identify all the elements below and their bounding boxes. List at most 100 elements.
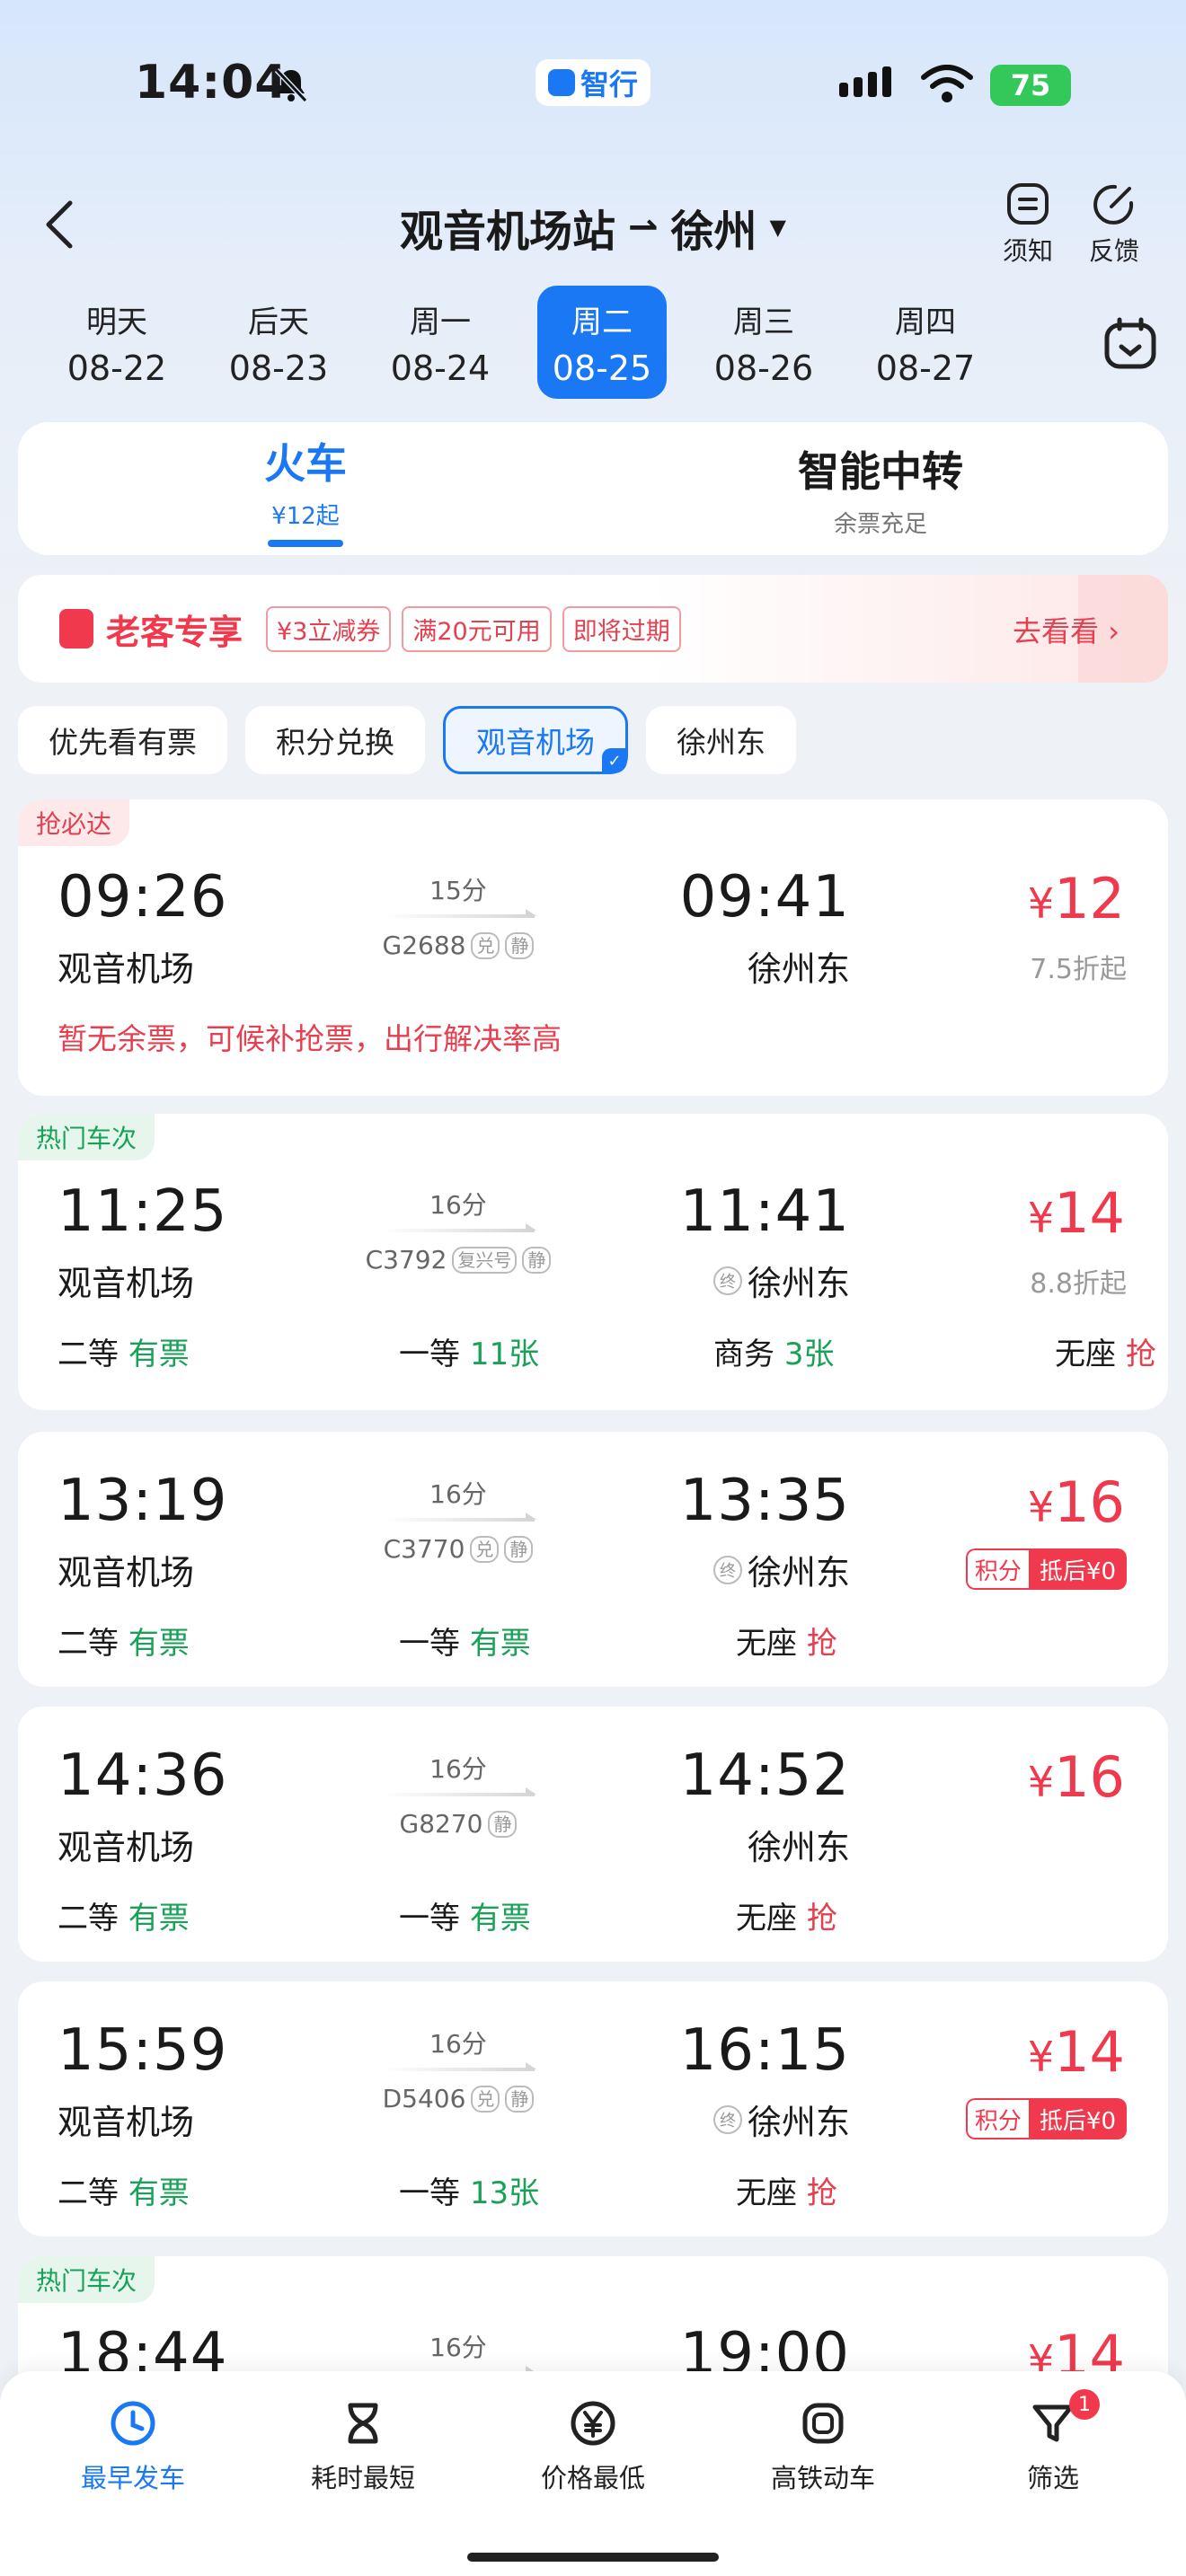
train-number-row: C3770 兑静 — [384, 1534, 534, 1564]
date-tab-day: 周四 — [895, 304, 956, 340]
app-return-pill[interactable]: 智行 — [535, 59, 651, 106]
ticket-price: ¥14 — [1028, 2019, 1125, 2085]
nav-label: 耗时最短 — [310, 2463, 415, 2493]
notice-button[interactable]: 须知 — [992, 180, 1064, 268]
train-badge: 兑 — [471, 2085, 500, 2113]
filter-has-tickets[interactable]: 优先看有票 — [18, 706, 227, 774]
filter-high-speed[interactable]: 高铁动车 — [708, 2371, 938, 2576]
train-card[interactable]: 15:59 观音机场 16分 D5406 兑静 16:15 终徐州东 ¥14 积分 抵后¥0 二等 … — [18, 1981, 1168, 2236]
train-info: 16分 G8270 静 — [359, 1750, 557, 1839]
seat-class[interactable]: 一等 11张 — [399, 1329, 539, 1373]
notice-icon — [1007, 183, 1049, 225]
points-discount-badge: 积分 抵后¥0 — [965, 1548, 1127, 1590]
seat-status: 有票 — [128, 2175, 190, 2211]
date-tab-date: 08-23 — [228, 348, 329, 388]
seat-class[interactable]: 无座 抢 — [736, 1619, 837, 1663]
train-info: 16分 — [359, 2328, 557, 2375]
seat-status: 有票 — [469, 1626, 531, 1662]
arrival-station: 终徐州东 — [674, 2095, 850, 2144]
date-tabs: 明天 08-22 后天 08-23 周一 08-24 周二 08-25 周三 08-26 周四 08-… — [36, 286, 1060, 399]
terminal-badge: 终 — [712, 1555, 742, 1584]
train-info: 16分 D5406 兑静 — [359, 2025, 557, 2113]
filter-points[interactable]: 积分兑换 — [245, 706, 425, 774]
sort-cheapest[interactable]: 价格最低 — [478, 2371, 708, 2576]
points-after-label: 抵后¥0 — [1028, 1548, 1127, 1590]
date-tab[interactable]: 后天 08-23 — [198, 286, 359, 399]
filter-guanyin-airport[interactable]: 观音机场 ✓ — [443, 706, 628, 774]
app-name: 智行 — [580, 67, 638, 101]
sort-shortest[interactable]: 耗时最短 — [248, 2371, 478, 2576]
seat-class[interactable]: 二等 有票 — [58, 2168, 190, 2212]
promo-action[interactable]: 去看看 › — [1013, 609, 1120, 650]
seat-class[interactable]: 无座 抢 — [1055, 1329, 1156, 1373]
calendar-icon[interactable] — [1102, 314, 1159, 372]
route-line — [382, 2062, 536, 2071]
nav-label: 筛选 — [1026, 2463, 1079, 2493]
seat-class[interactable]: 二等 有票 — [58, 1329, 190, 1373]
seat-class[interactable]: 二等 有票 — [58, 1893, 190, 1937]
bell-muted-icon — [274, 67, 308, 103]
arrival-station-name: 徐州东 — [747, 1553, 850, 1592]
tab-smart-transfer[interactable]: 智能中转 余票充足 — [593, 422, 1168, 555]
departure-station: 观音机场 — [58, 2103, 195, 2142]
route-line — [382, 1513, 536, 1522]
tab-transfer-title: 智能中转 — [798, 446, 963, 496]
seat-class-name: 一等 — [399, 1901, 460, 1936]
points-discount-badge: 积分 抵后¥0 — [965, 2098, 1127, 2139]
arrival-station-name: 徐州东 — [747, 1828, 850, 1867]
currency-symbol: ¥ — [1027, 2033, 1055, 2081]
train-card[interactable]: 13:19 观音机场 16分 C3770 兑静 13:35 终徐州东 ¥16 积分 抵后¥0 二等 … — [18, 1432, 1168, 1687]
departure-time: 13:19 — [58, 1468, 228, 1534]
travel-duration: 16分 — [429, 2029, 487, 2059]
seat-class[interactable]: 一等 13张 — [399, 2168, 539, 2212]
date-tab[interactable]: 周四 08-27 — [845, 286, 1006, 399]
seat-class-name: 一等 — [399, 1626, 460, 1662]
seat-class[interactable]: 无座 抢 — [736, 2168, 837, 2212]
train-badge: 兑 — [471, 931, 500, 959]
departure-station: 观音机场 — [58, 1828, 195, 1867]
date-tab[interactable]: 周08 — [1006, 286, 1060, 399]
train-number: G8270 — [399, 1809, 483, 1839]
train-badge: 静 — [504, 1535, 534, 1563]
seat-class-name: 二等 — [58, 1626, 119, 1662]
filter-xuzhou-east[interactable]: 徐州东 — [646, 706, 796, 774]
train-number-row: D5406 兑静 — [383, 2084, 535, 2113]
travel-duration: 16分 — [429, 1479, 487, 1509]
points-after-label: 抵后¥0 — [1028, 2098, 1127, 2139]
train-info: 15分 G2688 兑静 — [359, 871, 557, 960]
promo-banner[interactable]: 老客专享 ¥3立减券 满20元可用 即将过期 去看看 › — [18, 575, 1168, 683]
seat-status: 有票 — [128, 1901, 190, 1936]
train-card[interactable]: 14:36 观音机场 16分 G8270 静 14:52 徐州东 ¥16 二等 有票 一等 有票无… — [18, 1707, 1168, 1962]
date-tab[interactable]: 明天 08-22 — [36, 286, 198, 399]
seat-status: 有票 — [128, 1626, 190, 1662]
feedback-button[interactable]: 反馈 — [1078, 180, 1150, 268]
seat-class-name: 无座 — [736, 2175, 797, 2211]
train-card[interactable]: 热门车次 11:25 观音机场 16分 C3792 复兴号静 11:41 终徐州东 ¥14 8.8… — [18, 1114, 1168, 1410]
clock-icon — [111, 2401, 155, 2446]
date-tab[interactable]: 周三 08-26 — [683, 286, 845, 399]
feedback-label: 反馈 — [1088, 236, 1139, 266]
seat-status: 抢 — [806, 1901, 837, 1936]
train-icon — [802, 2403, 844, 2444]
tab-train[interactable]: 火车 ¥12起 — [18, 422, 593, 555]
filter-button[interactable]: 1 筛选 — [938, 2371, 1168, 2576]
seat-class[interactable]: 一等 有票 — [399, 1893, 531, 1937]
train-card[interactable]: 抢必达 09:26 观音机场 15分 G2688 兑静 09:41 徐州东 ¥12 7.5折起 暂无… — [18, 799, 1168, 1096]
date-tab-date: 08-24 — [390, 348, 491, 388]
seat-status: 11张 — [469, 1337, 540, 1372]
departure-station: 观音机场 — [58, 1264, 195, 1303]
shopping-bag-icon — [59, 609, 93, 648]
app-logo-icon — [547, 69, 575, 96]
seat-class[interactable]: 一等 有票 — [399, 1619, 531, 1663]
sort-earliest[interactable]: 最早发车 — [18, 2371, 248, 2576]
date-tab[interactable]: 周一 08-24 — [359, 286, 521, 399]
seat-class[interactable]: 二等 有票 — [58, 1619, 190, 1663]
departure-station: 观音机场 — [58, 949, 195, 989]
departure-time: 15:59 — [58, 2017, 228, 2084]
seat-class-name: 二等 — [58, 1901, 119, 1936]
seat-class[interactable]: 商务 3张 — [713, 1329, 834, 1373]
date-tab[interactable]: 周二 08-25 — [537, 286, 667, 399]
seat-class[interactable]: 无座 抢 — [736, 1893, 837, 1937]
train-number: G2688 — [382, 931, 466, 960]
tab-underline — [268, 539, 343, 547]
